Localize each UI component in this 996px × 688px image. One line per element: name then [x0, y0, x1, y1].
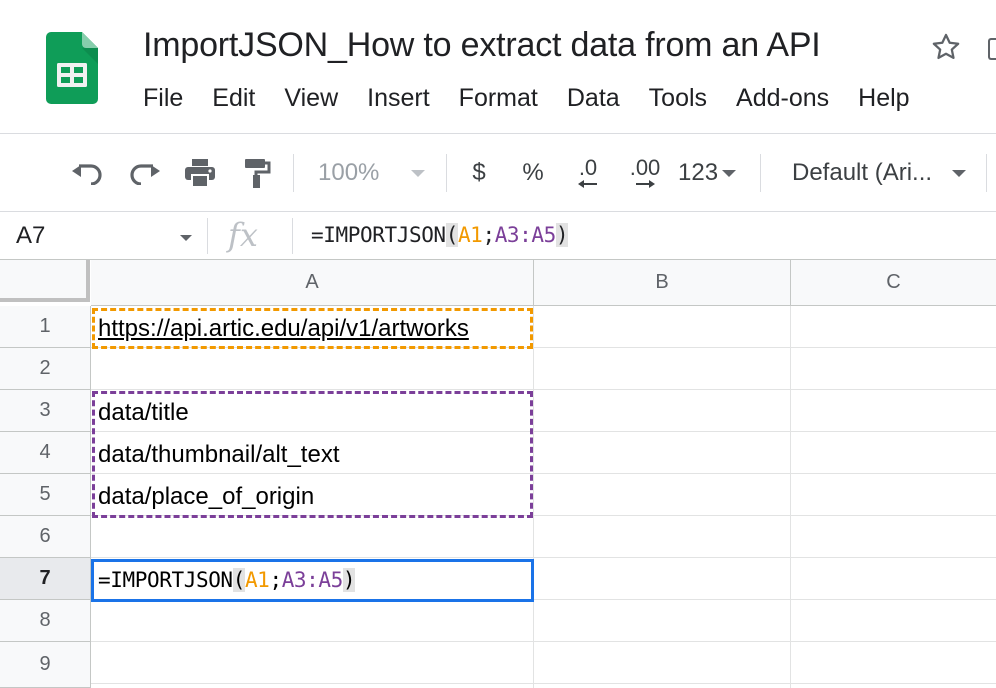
- name-box-chevron-down-icon[interactable]: [180, 235, 192, 241]
- select-all-corner[interactable]: [0, 260, 90, 302]
- increase-decimal-button[interactable]: .00: [622, 156, 668, 190]
- row-header-7[interactable]: 7: [0, 558, 91, 600]
- row-header-1[interactable]: 1: [0, 306, 91, 348]
- menu-add-ons[interactable]: Add-ons: [736, 84, 829, 118]
- column-header-b[interactable]: B: [534, 260, 791, 306]
- arrow-right-icon: [636, 180, 655, 188]
- more-formats-button[interactable]: 123: [678, 156, 744, 190]
- zoom-select[interactable]: 100%: [318, 156, 438, 190]
- formula-function: =IMPORTJSON: [311, 223, 446, 247]
- star-icon[interactable]: [929, 30, 963, 64]
- fx-icon: fx: [228, 216, 258, 254]
- font-family-value: Default (Ari...: [792, 159, 933, 186]
- formula-separator: ;: [482, 223, 495, 247]
- menu-bar: File Edit View Insert Format Data Tools …: [143, 84, 939, 118]
- referenced-range-a3-a5-highlight: [92, 391, 533, 518]
- print-icon[interactable]: [182, 156, 218, 190]
- column-header-a[interactable]: A: [91, 260, 534, 306]
- move-to-folder-icon[interactable]: [988, 38, 996, 60]
- formula-bar-divider: [207, 218, 208, 254]
- font-family-select[interactable]: Default (Ari...: [792, 156, 972, 190]
- spreadsheet-grid: A B C 1 2 3 4 5 6 7 8 9 https://api.arti…: [0, 260, 996, 688]
- paint-format-icon[interactable]: [240, 156, 274, 190]
- formula-ref-a1: A1: [457, 223, 483, 247]
- undo-icon[interactable]: [70, 156, 106, 190]
- row-header-6[interactable]: 6: [0, 516, 91, 558]
- more-formats-chevron-down-icon: [722, 169, 737, 177]
- zoom-chevron-down-icon: [411, 169, 426, 177]
- row-gridline: [91, 683, 996, 684]
- active-cell-selection[interactable]: [91, 559, 534, 602]
- row-header-4[interactable]: 4: [0, 432, 91, 474]
- formula-bar-divider: [292, 218, 293, 254]
- formula-open-paren: (: [445, 223, 458, 247]
- name-box[interactable]: A7: [16, 222, 45, 250]
- column-gridline: [790, 306, 791, 688]
- menu-insert[interactable]: Insert: [367, 84, 430, 118]
- toolbar-divider: [446, 154, 447, 192]
- zoom-value: 100%: [318, 159, 380, 186]
- formula-input[interactable]: =IMPORTJSON(A1;A3:A5): [311, 223, 569, 247]
- currency-format-button[interactable]: $: [464, 156, 494, 190]
- google-sheets-logo-icon[interactable]: [46, 32, 98, 104]
- percent-label: %: [522, 159, 544, 186]
- font-chevron-down-icon: [952, 169, 967, 177]
- menu-view[interactable]: View: [284, 84, 338, 118]
- row-header-8[interactable]: 8: [0, 600, 91, 642]
- row-header-9[interactable]: 9: [0, 642, 91, 688]
- formula-bar: A7 fx =IMPORTJSON(A1;A3:A5): [0, 212, 996, 260]
- more-formats-label: 123: [678, 159, 719, 186]
- decrease-decimal-label: .0: [578, 155, 598, 180]
- menu-edit[interactable]: Edit: [212, 84, 255, 118]
- menu-tools[interactable]: Tools: [649, 84, 707, 118]
- formula-close-paren: ): [555, 223, 569, 247]
- toolbar-divider: [986, 154, 987, 192]
- row-header-3[interactable]: 3: [0, 390, 91, 432]
- currency-label: $: [472, 159, 486, 186]
- toolbar-divider: [760, 154, 761, 192]
- row-gridline: [91, 389, 996, 390]
- row-header-2[interactable]: 2: [0, 348, 91, 390]
- toolbar-divider: [293, 154, 294, 192]
- menu-help[interactable]: Help: [858, 84, 909, 118]
- arrow-left-icon: [578, 180, 597, 188]
- row-gridline: [91, 557, 996, 558]
- menu-format[interactable]: Format: [459, 84, 538, 118]
- decrease-decimal-button[interactable]: .0: [568, 156, 608, 190]
- formula-ref-range: A3:A5: [494, 223, 557, 247]
- column-header-c[interactable]: C: [791, 260, 996, 306]
- menu-file[interactable]: File: [143, 84, 183, 118]
- redo-icon[interactable]: [126, 156, 162, 190]
- referenced-range-a1-highlight: [92, 308, 533, 349]
- percent-format-button[interactable]: %: [518, 156, 548, 190]
- increase-decimal-label: .00: [629, 155, 661, 180]
- menu-data[interactable]: Data: [567, 84, 620, 118]
- toolbar: 100% $ % .0 .00 123 Default (Ari...: [0, 134, 996, 212]
- row-header-5[interactable]: 5: [0, 474, 91, 516]
- column-gridline: [533, 306, 534, 688]
- row-gridline: [91, 641, 996, 642]
- document-title[interactable]: ImportJSON_How to extract data from an A…: [143, 26, 821, 65]
